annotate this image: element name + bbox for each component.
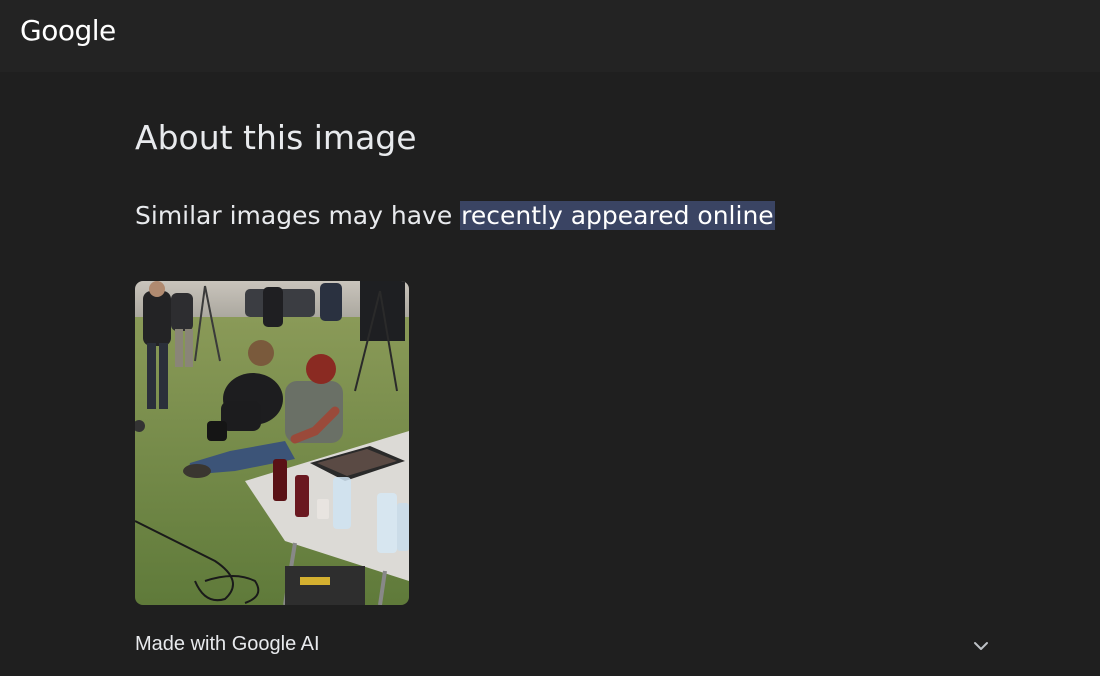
top-bar: Google [0, 0, 1100, 72]
made-with-google-ai[interactable]: Made with Google AI [135, 632, 1005, 660]
made-with-label: Made with Google AI [135, 633, 320, 655]
photo-thumbnail [135, 281, 409, 605]
subtitle-highlight: recently appeared online [460, 201, 775, 230]
google-logo[interactable]: Google [20, 14, 116, 47]
image-thumbnail[interactable] [135, 281, 409, 605]
subtitle: Similar images may have recently appeare… [135, 201, 775, 230]
main-content: About this image Similar images may have… [135, 72, 1015, 676]
subtitle-text: Similar images may have [135, 201, 461, 230]
page-title: About this image [135, 118, 417, 157]
chevron-down-icon[interactable] [971, 636, 991, 656]
